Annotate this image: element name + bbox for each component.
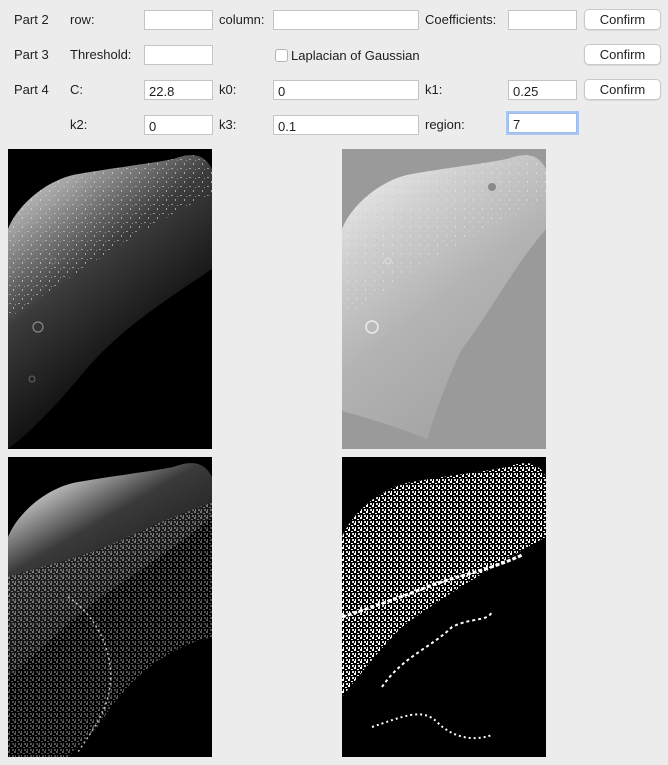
row-label: row: <box>70 12 95 27</box>
region-input[interactable] <box>508 113 577 133</box>
binary-mask-image <box>342 457 546 757</box>
coefficients-input[interactable] <box>508 10 577 30</box>
part4-confirm-button[interactable]: Confirm <box>584 79 661 100</box>
processed-gray-image <box>342 149 546 449</box>
part3-label: Part 3 <box>14 47 49 62</box>
k0-label: k0: <box>219 82 237 97</box>
threshold-input[interactable] <box>144 45 213 65</box>
column-input[interactable] <box>273 10 419 30</box>
column-label: column: <box>219 12 265 27</box>
log-checkbox-label[interactable]: Laplacian of Gaussian <box>291 48 420 64</box>
c-input[interactable] <box>144 80 213 100</box>
part3-confirm-button[interactable]: Confirm <box>584 44 661 65</box>
threshold-label: Threshold: <box>70 47 132 62</box>
row-input[interactable] <box>144 10 213 30</box>
k3-input[interactable] <box>273 115 419 135</box>
k3-label: k3: <box>219 117 237 132</box>
region-label: region: <box>425 117 465 132</box>
k1-input[interactable] <box>508 80 577 100</box>
part4-label: Part 4 <box>14 82 49 97</box>
k2-label: k2: <box>70 117 88 132</box>
original-image <box>8 149 212 449</box>
c-label: C: <box>70 82 83 97</box>
k2-input[interactable] <box>144 115 213 135</box>
part2-confirm-button[interactable]: Confirm <box>584 9 661 30</box>
coefficients-label: Coefficients: <box>425 12 497 27</box>
k1-label: k1: <box>425 82 443 97</box>
k0-input[interactable] <box>273 80 419 100</box>
log-checkbox[interactable] <box>275 49 288 62</box>
part2-label: Part 2 <box>14 12 49 27</box>
enhanced-image <box>8 457 212 757</box>
